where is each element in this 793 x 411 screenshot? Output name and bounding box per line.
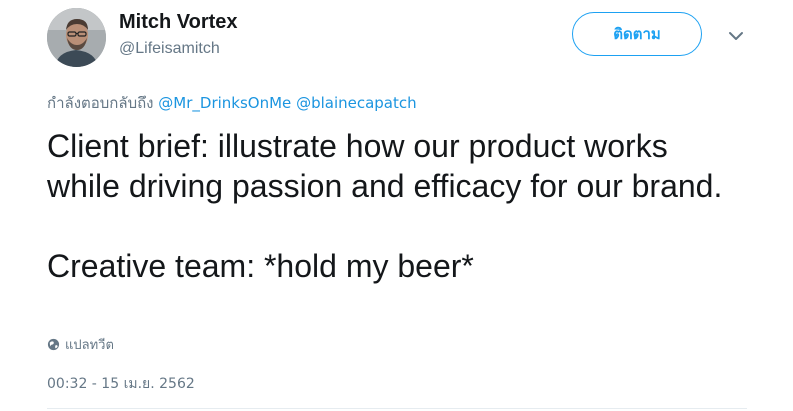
reply-prefix: กำลังตอบกลับถึง [47, 94, 154, 112]
translate-label: แปลทวีต [65, 338, 114, 353]
author-name[interactable]: Mitch Vortex [119, 11, 238, 34]
translate-tweet-link[interactable]: แปลทวีต [47, 334, 114, 355]
tweet-paragraph: Creative team: *hold my beer* [47, 248, 474, 284]
avatar[interactable] [47, 8, 106, 67]
tweet-paragraph: Client brief: illustrate how our product… [47, 128, 723, 204]
mention-link[interactable]: @Mr_DrinksOnMe [158, 94, 291, 112]
avatar-image [47, 8, 106, 67]
mention-link[interactable]: @blainecapatch [296, 94, 417, 112]
divider [47, 408, 747, 409]
tweet-card: Mitch Vortex @Lifeisamitch ติดตาม กำลังต… [0, 0, 793, 411]
chevron-down-icon[interactable] [725, 28, 747, 44]
follow-button[interactable]: ติดตาม [572, 12, 702, 56]
tweet-timestamp[interactable]: 00:32 - 15 เม.ย. 2562 [47, 373, 195, 395]
reply-context: กำลังตอบกลับถึง @Mr_DrinksOnMe @blaineca… [47, 91, 417, 115]
author-handle[interactable]: @Lifeisamitch [119, 40, 220, 58]
tweet-text: Client brief: illustrate how our product… [47, 126, 747, 286]
globe-icon [47, 338, 60, 351]
